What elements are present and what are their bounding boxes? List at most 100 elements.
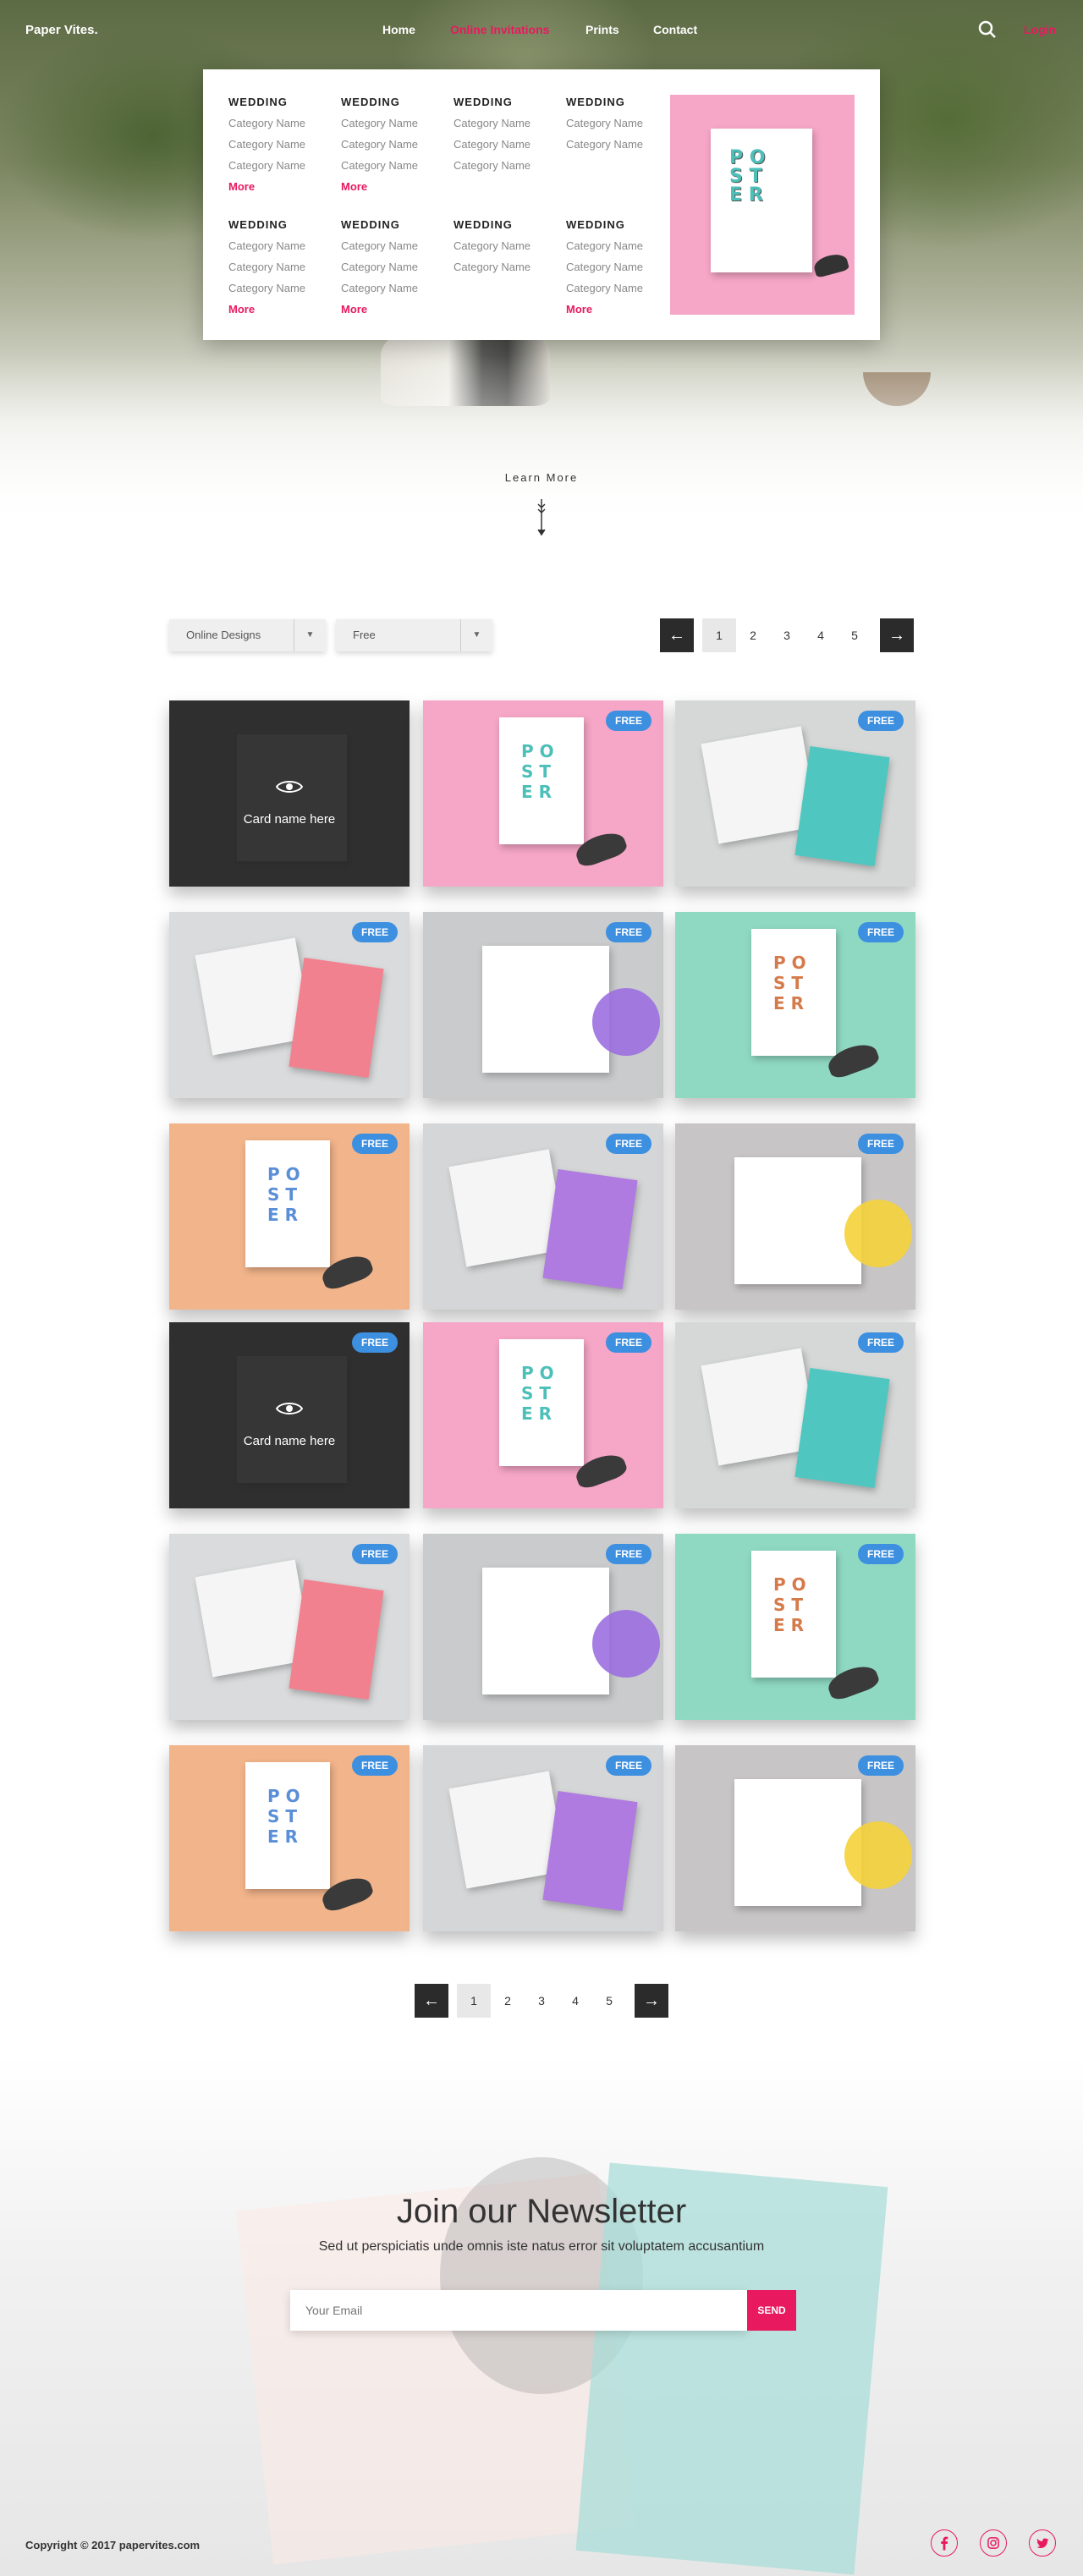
page-5[interactable]: 5 — [838, 618, 871, 652]
free-badge: FREE — [605, 1544, 651, 1564]
mega-menu-category-link[interactable]: Category Name — [454, 260, 563, 281]
twitter-icon[interactable] — [1029, 2529, 1056, 2557]
mega-menu-category-link[interactable]: Category Name — [454, 239, 563, 260]
mega-menu-more-link[interactable]: More — [228, 179, 338, 200]
free-badge: FREE — [857, 1134, 904, 1154]
mega-menu-category-link[interactable]: Category Name — [566, 260, 676, 281]
free-badge: FREE — [857, 922, 904, 942]
instagram-icon[interactable] — [980, 2529, 1007, 2557]
poster-paper: P OS TE R — [499, 1339, 584, 1466]
poster-paper: P OS TE R — [751, 929, 836, 1056]
page-2[interactable]: 2 — [491, 1984, 525, 2018]
newsletter-title: Join our Newsletter — [396, 2193, 687, 2230]
nav-home[interactable]: Home — [382, 23, 415, 36]
facebook-icon[interactable] — [931, 2529, 958, 2557]
poster-lettering: P OS TE R — [267, 1164, 300, 1225]
mega-menu-category-link[interactable]: Category Name — [228, 239, 338, 260]
mega-menu-category-link[interactable]: Category Name — [228, 158, 338, 179]
flower-decoration — [844, 1200, 912, 1267]
mega-menu-category-link[interactable]: Category Name — [341, 137, 451, 158]
mega-menu-category-link[interactable]: Category Name — [454, 158, 563, 179]
page-1[interactable]: 1 — [457, 1984, 491, 2018]
logo[interactable]: Paper Vites. — [25, 23, 98, 37]
card-paper — [542, 1791, 638, 1911]
prev-page-button[interactable]: ← — [415, 1984, 448, 2018]
page-2[interactable]: 2 — [736, 618, 770, 652]
card-paper — [289, 958, 384, 1078]
learn-more-link[interactable]: Learn More — [0, 471, 1083, 484]
page-4[interactable]: 4 — [804, 618, 838, 652]
poster-lettering: P OS TE R — [729, 147, 766, 206]
mega-menu-column: WEDDING Category Name Category Name Categor… — [341, 95, 451, 200]
mega-menu-category-link[interactable]: Category Name — [566, 281, 676, 302]
mega-menu-category-link[interactable]: Category Name — [228, 116, 338, 137]
mega-menu-more-link[interactable]: More — [341, 179, 451, 200]
product-card[interactable]: FREE — [423, 1123, 663, 1310]
page-3[interactable]: 3 — [525, 1984, 558, 2018]
poster-paper: P OS TE R — [245, 1140, 330, 1267]
mega-menu-category-link[interactable]: Category Name — [341, 281, 451, 302]
arrow-down-icon[interactable] — [536, 499, 547, 536]
prev-page-button[interactable]: ← — [660, 618, 694, 652]
design-type-select[interactable]: Online Designs ▼ — [169, 619, 326, 651]
mega-menu-more-link[interactable]: More — [341, 302, 451, 323]
mega-menu-category-link[interactable]: Category Name — [341, 260, 451, 281]
email-field[interactable] — [290, 2290, 747, 2331]
product-card[interactable]: FREE — [675, 1745, 915, 1931]
product-card[interactable]: Card name here FREE — [169, 1322, 410, 1508]
mega-menu-category-link[interactable]: Category Name — [454, 137, 563, 158]
product-card[interactable]: P OS TE R FREE — [169, 1123, 410, 1310]
page-4[interactable]: 4 — [558, 1984, 592, 2018]
chevron-down-icon: ▼ — [460, 619, 492, 651]
next-page-button[interactable]: → — [635, 1984, 668, 2018]
product-card[interactable]: FREE — [423, 912, 663, 1098]
mega-menu-more-link[interactable]: More — [566, 302, 676, 323]
free-badge: FREE — [857, 1544, 904, 1564]
mega-menu-category-link[interactable]: Category Name — [566, 137, 676, 158]
product-card[interactable]: FREE — [423, 1745, 663, 1931]
product-card[interactable]: FREE — [675, 1123, 915, 1310]
top-nav: Paper Vites. Home Online Invitations Pri… — [0, 0, 1083, 59]
mega-menu-category-link[interactable]: Category Name — [228, 260, 338, 281]
nav-prints[interactable]: Prints — [585, 23, 619, 36]
send-button[interactable]: SEND — [747, 2290, 796, 2331]
card-name: Card name here — [243, 1434, 336, 1448]
product-card[interactable]: FREE — [169, 912, 410, 1098]
free-badge: FREE — [351, 1134, 398, 1154]
mega-menu-category-link[interactable]: Category Name — [566, 239, 676, 260]
mega-menu-more-link[interactable]: More — [228, 302, 338, 323]
eye-icon[interactable] — [276, 1400, 303, 1417]
mega-menu-category-link[interactable]: Category Name — [566, 116, 676, 137]
login-link[interactable]: Login — [1024, 23, 1056, 36]
product-card[interactable]: Card name here — [169, 700, 410, 887]
mega-menu-category-link[interactable]: Category Name — [228, 137, 338, 158]
product-card[interactable]: P OS TE R FREE — [423, 1322, 663, 1508]
mega-menu-category-link[interactable]: Category Name — [228, 281, 338, 302]
product-card[interactable]: FREE — [169, 1534, 410, 1720]
product-card[interactable]: FREE — [423, 1534, 663, 1720]
product-card[interactable]: P OS TE R FREE — [169, 1745, 410, 1931]
search-icon[interactable] — [977, 19, 998, 40]
next-page-button[interactable]: → — [880, 618, 914, 652]
page-5[interactable]: 5 — [592, 1984, 626, 2018]
mega-menu-category-link[interactable]: Category Name — [341, 239, 451, 260]
product-card[interactable]: FREE — [675, 1322, 915, 1508]
product-card[interactable]: P OS TE R FREE — [675, 912, 915, 1098]
product-card[interactable]: P OS TE R FREE — [423, 700, 663, 887]
mega-menu-category-link[interactable]: Category Name — [341, 116, 451, 137]
nav-online-invitations[interactable]: Online Invitations — [450, 23, 549, 36]
free-badge: FREE — [857, 1755, 904, 1776]
chevron-down-icon: ▼ — [294, 619, 326, 651]
product-card[interactable]: FREE — [675, 700, 915, 887]
eye-icon[interactable] — [276, 778, 303, 795]
mega-menu-category-link[interactable]: Category Name — [341, 158, 451, 179]
nav-contact[interactable]: Contact — [653, 23, 697, 36]
page-3[interactable]: 3 — [770, 618, 804, 652]
product-card[interactable]: P OS TE R FREE — [675, 1534, 915, 1720]
page-1[interactable]: 1 — [702, 618, 736, 652]
leaf-decoration — [811, 251, 850, 278]
pagination-bottom: ← 1 2 3 4 5 → — [415, 1984, 668, 2018]
mega-menu-category-link[interactable]: Category Name — [454, 116, 563, 137]
mega-menu-column: WEDDING Category Name Category Name Categor… — [228, 95, 338, 200]
price-select[interactable]: Free ▼ — [336, 619, 492, 651]
